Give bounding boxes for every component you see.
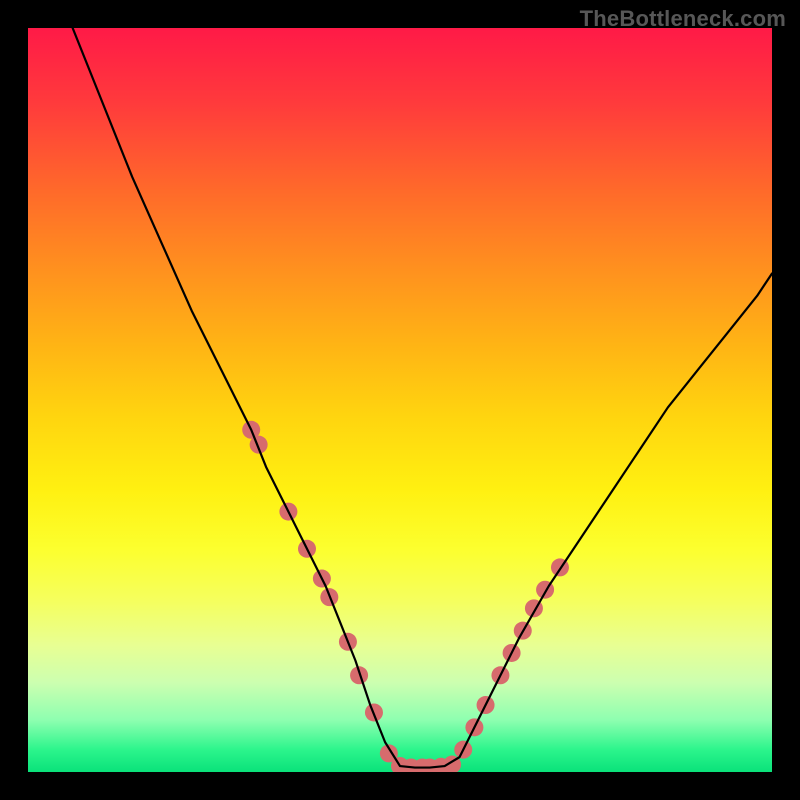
data-curve xyxy=(73,28,772,768)
chart-container: TheBottleneck.com xyxy=(0,0,800,800)
plot-area xyxy=(28,28,772,772)
chart-svg xyxy=(28,28,772,772)
data-markers xyxy=(242,421,569,772)
